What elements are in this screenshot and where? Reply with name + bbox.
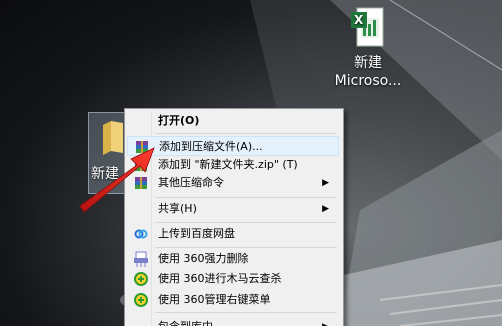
- excel-icon-label-line1: 新建: [354, 55, 382, 71]
- menu-item-360-scan[interactable]: 使用 360进行木马云查杀: [127, 269, 339, 289]
- 360-menu-manager-icon: [134, 293, 148, 307]
- winrar-icon: [136, 141, 148, 153]
- svg-text:X: X: [354, 13, 364, 27]
- menu-item-label: 打开(O): [158, 114, 200, 127]
- winrar-icon: [135, 159, 147, 171]
- menu-item-360-shred[interactable]: 使用 360强力删除: [127, 249, 339, 269]
- folder-icon: [103, 121, 123, 155]
- menu-separator: [155, 247, 337, 248]
- menu-item-label: 共享(H): [158, 202, 197, 215]
- folder-icon-label: 新建: [91, 166, 119, 182]
- 360-shredder-icon: [134, 251, 148, 267]
- desktop-icon-excel[interactable]: X 新建 Microso...: [328, 6, 408, 90]
- menu-item-add-to-zip[interactable]: 添加到 "新建文件夹.zip" (T): [127, 155, 339, 175]
- menu-item-label: 使用 360强力删除: [158, 252, 249, 265]
- menu-item-add-to-archive[interactable]: 添加到压缩文件(A)...: [127, 136, 339, 156]
- menu-item-share[interactable]: 共享(H) ▶: [127, 199, 339, 219]
- menu-item-label: 其他压缩命令: [158, 176, 224, 189]
- submenu-arrow-icon: ▶: [322, 204, 329, 214]
- menu-item-label: 添加到压缩文件(A)...: [159, 140, 263, 153]
- 360-antivirus-icon: [134, 272, 148, 286]
- menu-separator: [155, 197, 337, 198]
- menu-item-upload-baidu[interactable]: 上传到百度网盘: [127, 224, 339, 244]
- excel-icon-label-line2: Microso...: [334, 73, 402, 89]
- excel-file-icon: X: [351, 6, 385, 50]
- menu-separator: [155, 133, 337, 134]
- submenu-arrow-icon: ▶: [322, 178, 329, 188]
- desktop: X 新建 Microso... 新建 打开(O) 添加到压缩文件(A)... 添…: [0, 0, 502, 326]
- submenu-arrow-icon: ▶: [322, 317, 329, 326]
- baidu-cloud-icon: [134, 229, 148, 239]
- winrar-icon: [135, 177, 147, 189]
- menu-item-label: 上传到百度网盘: [158, 227, 235, 240]
- menu-item-include-in-library[interactable]: 包含到库中 ▶: [127, 317, 339, 326]
- menu-separator: [155, 222, 337, 223]
- menu-item-open[interactable]: 打开(O): [127, 111, 339, 131]
- menu-item-label: 使用 360管理右键菜单: [158, 293, 271, 306]
- menu-item-360-manage-menu[interactable]: 使用 360管理右键菜单: [127, 290, 339, 310]
- context-menu: 打开(O) 添加到压缩文件(A)... 添加到 "新建文件夹.zip" (T) …: [124, 108, 344, 326]
- menu-separator: [155, 312, 337, 313]
- menu-item-label: 使用 360进行木马云查杀: [158, 272, 282, 285]
- menu-item-label: 包含到库中: [158, 317, 213, 326]
- menu-item-other-compress[interactable]: 其他压缩命令 ▶: [127, 173, 339, 193]
- menu-item-label: 添加到 "新建文件夹.zip" (T): [158, 158, 298, 171]
